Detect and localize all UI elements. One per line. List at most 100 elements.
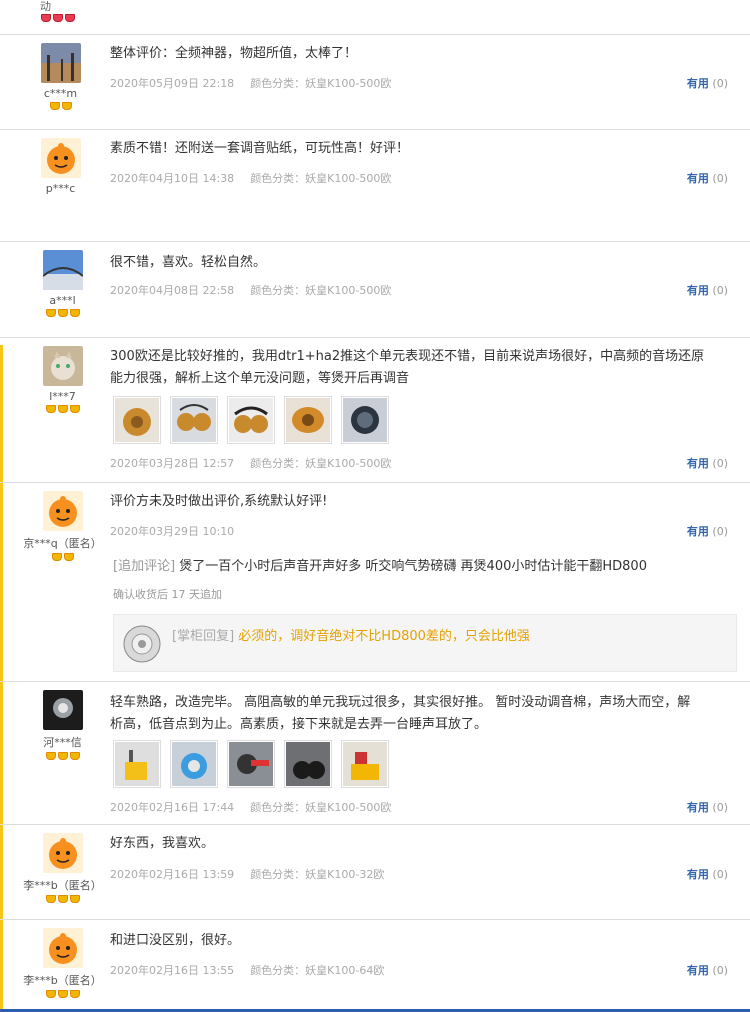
- useful-button[interactable]: 有用 (0): [687, 455, 728, 471]
- reviewer-name: p***c: [45, 182, 76, 195]
- avatar: [42, 833, 83, 873]
- reviewer-name: 动: [40, 0, 51, 13]
- useful-count: (0): [712, 457, 728, 470]
- reviewer-medals: [15, 309, 110, 319]
- color-variant: 颜色分类：妖皇K100-500欧: [250, 801, 392, 814]
- useful-label[interactable]: 有用: [687, 525, 709, 538]
- append-tag: [追加评论]: [113, 559, 176, 574]
- review-photo[interactable]: [170, 740, 218, 788]
- reviewer-name: 李***b（匿名）: [23, 879, 102, 892]
- review-meta: 2020年02月16日 17:44 颜色分类：妖皇K100-500欧: [110, 799, 391, 815]
- review-item: 李***b（匿名） 和进口没区别，很好。 2020年02月16日 13:55 颜色…: [0, 920, 750, 1009]
- medal-icon: [69, 309, 80, 317]
- review-photo[interactable]: [227, 396, 275, 444]
- useful-count: (0): [712, 172, 728, 185]
- avatar: [42, 690, 83, 730]
- review-photos: [113, 740, 398, 788]
- medal-icon: [45, 309, 56, 317]
- useful-count: (0): [712, 868, 728, 881]
- review-photo[interactable]: [170, 396, 218, 444]
- medal-icon: [57, 405, 68, 413]
- review-meta: 2020年02月16日 13:55 颜色分类：妖皇K100-64欧: [110, 962, 384, 978]
- review-photo[interactable]: [113, 396, 161, 444]
- reviewer-medals: [15, 895, 110, 905]
- medal-icon: [57, 895, 68, 903]
- reviewer-name: 河***信: [43, 736, 82, 749]
- color-variant: 颜色分类：妖皇K100-500欧: [250, 77, 392, 90]
- medal-icon: [45, 752, 56, 760]
- review-photo[interactable]: [341, 396, 389, 444]
- review-date: 2020年03月29日 10:10: [110, 525, 235, 538]
- avatar: [42, 250, 83, 290]
- review-meta: 2020年03月29日 10:10: [110, 523, 234, 539]
- review-item: 京***q（匿名） 评价方未及时做出评价,系统默认好评! 2020年03月29日…: [0, 483, 750, 682]
- useful-label[interactable]: 有用: [687, 77, 709, 90]
- review-item: l***7 300欧还是比较好推的，我用dtr1+ha2推这个单元表现还不错，目…: [0, 338, 750, 483]
- review-text: 素质不错！还附送一套调音贴纸，可玩性高！好评！: [110, 141, 410, 156]
- review-photo[interactable]: [284, 396, 332, 444]
- avatar: [42, 491, 83, 531]
- review-text: 和进口没区别，很好。: [110, 933, 241, 948]
- append-review: [追加评论] 煲了一百个小时后声音开声好多 听交响气势磅礴 再煲400小时估计能…: [113, 555, 647, 574]
- medal-icon: [65, 14, 75, 22]
- review-date: 2020年04月10日 14:38: [110, 172, 235, 185]
- review-item: 河***信 轻车熟路，改造完毕。 高阻高敏的单元我玩过很多，其实很好推。 暂时没…: [0, 682, 750, 825]
- earpad-thumbnail: [122, 624, 162, 664]
- medal-icon: [45, 990, 56, 998]
- review-text-line: 300欧还是比较好推的，我用dtr1+ha2推这个单元表现还不错，目前来说声场很…: [110, 349, 705, 364]
- useful-button[interactable]: 有用 (0): [687, 962, 728, 978]
- review-item: c***m 整体评价：全频神器，物超所值，太棒了！ 2020年05月09日 22…: [0, 35, 750, 130]
- review-date: 2020年05月09日 22:18: [110, 77, 235, 90]
- medal-icon: [45, 895, 56, 903]
- review-photo[interactable]: [341, 740, 389, 788]
- review-photos: [113, 396, 398, 444]
- review-photo[interactable]: [227, 740, 275, 788]
- review-photo[interactable]: [284, 740, 332, 788]
- useful-label[interactable]: 有用: [687, 284, 709, 297]
- useful-count: (0): [712, 525, 728, 538]
- append-text: 煲了一百个小时后声音开声好多 听交响气势磅礴 再煲400小时估计能干翻HD800: [179, 559, 647, 574]
- reviewer: p***c: [13, 138, 108, 195]
- reply-tag: [掌柜回复]: [172, 629, 235, 644]
- useful-button[interactable]: 有用 (0): [687, 282, 728, 298]
- useful-button[interactable]: 有用 (0): [687, 799, 728, 815]
- useful-button[interactable]: 有用 (0): [687, 523, 728, 539]
- review-meta: 2020年03月28日 12:57 颜色分类：妖皇K100-500欧: [110, 455, 391, 471]
- useful-count: (0): [712, 801, 728, 814]
- reviewer-medals: [15, 405, 110, 415]
- useful-label[interactable]: 有用: [687, 964, 709, 977]
- medal-icon: [63, 553, 74, 561]
- medal-icon: [69, 990, 80, 998]
- medal-icon: [53, 14, 63, 22]
- avatar: [40, 43, 81, 83]
- review-item: p***c 素质不错！还附送一套调音贴纸，可玩性高！好评！ 2020年04月10…: [0, 130, 750, 242]
- reviewer: 京***q（匿名）: [15, 491, 110, 563]
- reviewer-name: c***m: [43, 87, 78, 100]
- reviewer: 李***b（匿名）: [15, 833, 110, 905]
- review-date: 2020年02月16日 13:59: [110, 868, 235, 881]
- useful-label[interactable]: 有用: [687, 868, 709, 881]
- reviewer: 河***信: [15, 690, 110, 762]
- review-text: 评价方未及时做出评价,系统默认好评!: [110, 494, 328, 509]
- review-meta: 2020年02月16日 13:59 颜色分类：妖皇K100-32欧: [110, 866, 384, 882]
- reviewer: a***l: [15, 250, 110, 319]
- useful-label[interactable]: 有用: [687, 457, 709, 470]
- review-date: 2020年03月28日 12:57: [110, 457, 235, 470]
- medal-icon: [61, 102, 72, 110]
- reply-text: 必须的，调好音绝对不比HD800差的，只会比他强: [238, 629, 530, 644]
- useful-button[interactable]: 有用 (0): [687, 75, 728, 91]
- useful-button[interactable]: 有用 (0): [687, 866, 728, 882]
- medal-icon: [69, 752, 80, 760]
- reviewer: c***m: [13, 43, 108, 112]
- review-date: 2020年04月08日 22:58: [110, 284, 235, 297]
- medal-icon: [51, 553, 62, 561]
- useful-label[interactable]: 有用: [687, 172, 709, 185]
- review-photo[interactable]: [113, 740, 161, 788]
- useful-button[interactable]: 有用 (0): [687, 170, 728, 186]
- reviewer: l***7: [15, 346, 110, 415]
- useful-count: (0): [712, 284, 728, 297]
- color-variant: 颜色分类：妖皇K100-500欧: [250, 457, 392, 470]
- avatar: [42, 346, 83, 386]
- medal-icon: [69, 405, 80, 413]
- useful-label[interactable]: 有用: [687, 801, 709, 814]
